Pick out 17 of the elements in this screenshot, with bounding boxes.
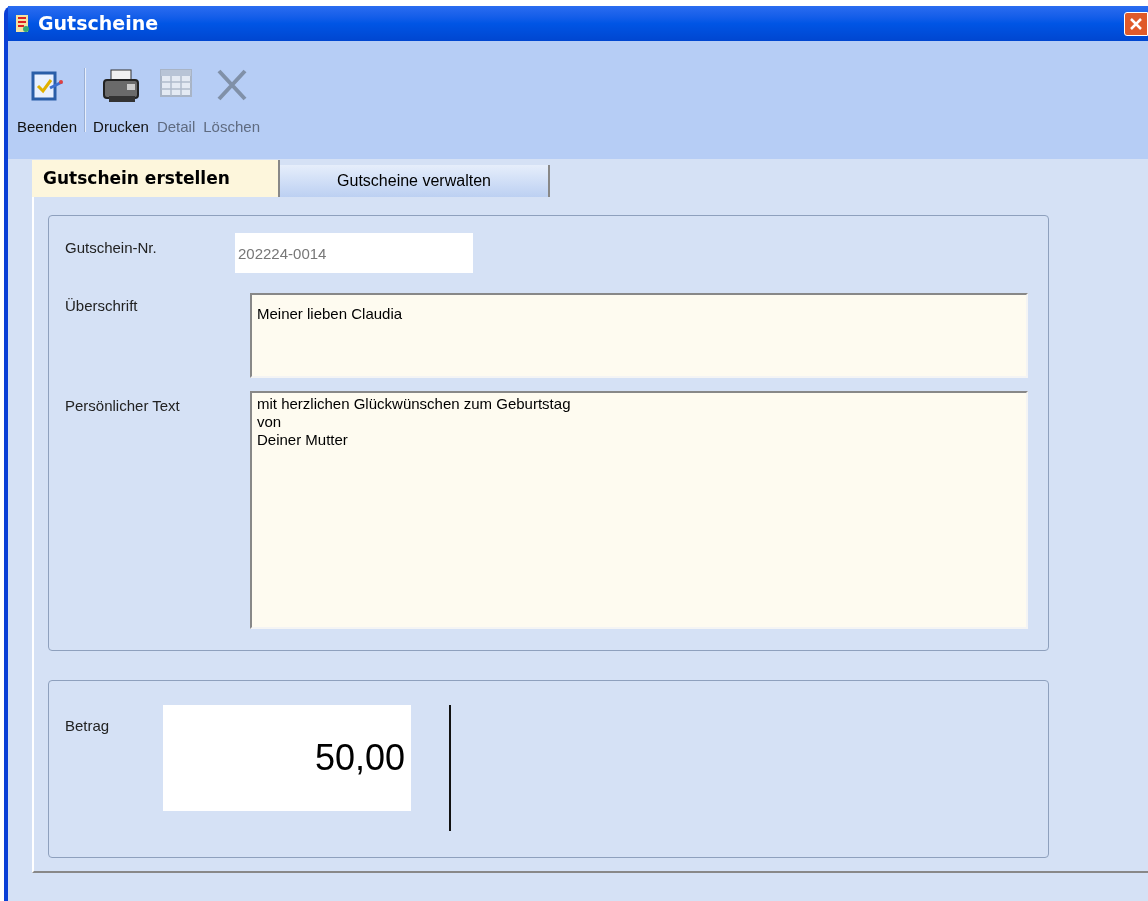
window-title: Gutscheine — [38, 11, 159, 37]
tab[interactable]: Gutschein erstellen — [32, 160, 280, 197]
close-button[interactable] — [1124, 11, 1148, 36]
field-label: Gutschein-Nr. — [65, 238, 158, 258]
table-icon — [159, 68, 194, 98]
field-label: Betrag — [65, 716, 111, 736]
toolbar-button[interactable]: Drucken — [89, 68, 153, 138]
amount-field[interactable]: 50,00 — [163, 705, 411, 811]
app-icon — [14, 13, 32, 34]
field-label: Überschrift — [65, 296, 139, 316]
heading-field[interactable]: Meiner lieben Claudia — [250, 293, 1028, 378]
printer-icon — [101, 68, 141, 104]
close-icon — [1129, 16, 1143, 31]
toolbar-button[interactable]: Beenden — [13, 68, 82, 138]
tab[interactable]: Gutscheine verwalten — [280, 165, 550, 197]
personal-text-field[interactable]: mit herzlichen Glückwünschen zum Geburtstag von Deiner Mutter — [250, 391, 1028, 629]
field-label: Persönlicher Text — [65, 396, 181, 416]
